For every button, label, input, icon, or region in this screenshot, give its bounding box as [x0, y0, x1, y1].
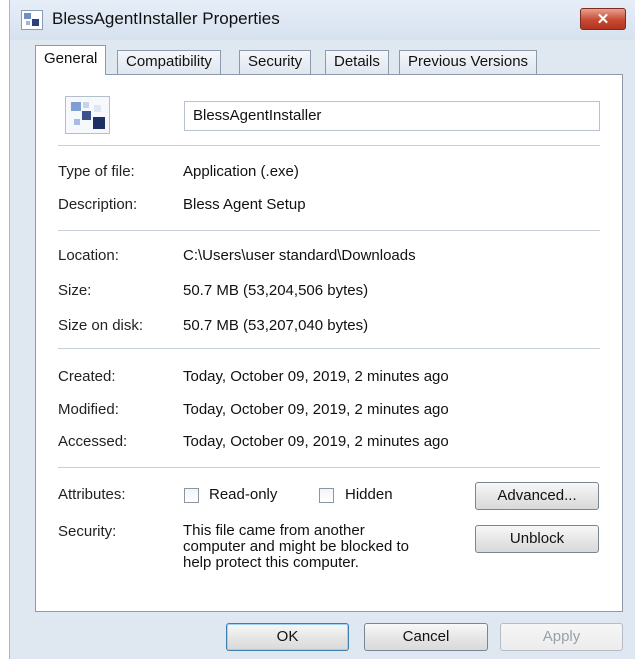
read-only-label[interactable]: Read-only [209, 486, 277, 503]
title-bar[interactable]: BlessAgentInstaller Properties ✕ [10, 0, 635, 40]
created-label: Created: [58, 368, 116, 385]
security-warning-line: help protect this computer. [183, 554, 359, 571]
tab-general[interactable]: General [35, 45, 107, 75]
tab-compatibility[interactable]: Compatibility [117, 50, 221, 74]
accessed-label: Accessed: [58, 433, 128, 450]
unblock-button[interactable]: Unblock [475, 525, 599, 553]
modified-label: Modified: [58, 401, 119, 418]
separator [58, 145, 600, 146]
attributes-label: Attributes: [58, 486, 126, 503]
type-of-file-value: Application (.exe) [183, 163, 299, 180]
description-label: Description: [58, 196, 138, 213]
properties-window: BlessAgentInstaller Properties ✕ General… [9, 0, 635, 659]
separator [58, 467, 600, 468]
window-title: BlessAgentInstaller Properties [52, 9, 280, 28]
accessed-value: Today, October 09, 2019, 2 minutes ago [183, 433, 449, 450]
security-warning-text: This file came from another computer and… [183, 523, 483, 571]
advanced-button[interactable]: Advanced... [475, 482, 599, 510]
read-only-checkbox[interactable] [184, 488, 199, 503]
file-name-field[interactable]: BlessAgentInstaller [184, 101, 600, 131]
location-value: C:\Users\user standard\Downloads [183, 247, 416, 264]
close-button[interactable]: ✕ [580, 8, 626, 30]
separator [58, 348, 600, 349]
size-on-disk-label: Size on disk: [58, 317, 144, 334]
size-label: Size: [58, 282, 92, 299]
apply-button[interactable]: Apply [500, 623, 623, 651]
created-value: Today, October 09, 2019, 2 minutes ago [183, 368, 449, 385]
security-warning-line: This file came from another [183, 522, 365, 539]
description-value: Bless Agent Setup [183, 196, 306, 213]
tab-previous-versions[interactable]: Previous Versions [399, 50, 538, 74]
type-of-file-label: Type of file: [58, 163, 135, 180]
size-on-disk-value: 50.7 MB (53,207,040 bytes) [183, 317, 369, 334]
size-value: 50.7 MB (53,204,506 bytes) [183, 282, 369, 299]
security-warning-line: computer and might be blocked to [183, 538, 409, 555]
tab-details[interactable]: Details [325, 50, 389, 74]
hidden-label[interactable]: Hidden [345, 486, 393, 503]
general-tab-panel: BlessAgentInstaller Type of file: Applic… [35, 74, 623, 612]
application-icon [21, 10, 43, 30]
security-label: Security: [58, 523, 117, 540]
tab-security[interactable]: Security [239, 50, 312, 74]
hidden-checkbox[interactable] [319, 488, 334, 503]
cancel-button[interactable]: Cancel [364, 623, 488, 651]
application-file-icon [65, 96, 110, 134]
separator [58, 230, 600, 231]
ok-button[interactable]: OK [226, 623, 349, 651]
modified-value: Today, October 09, 2019, 2 minutes ago [183, 401, 449, 418]
close-icon: ✕ [596, 11, 610, 28]
location-label: Location: [58, 247, 119, 264]
